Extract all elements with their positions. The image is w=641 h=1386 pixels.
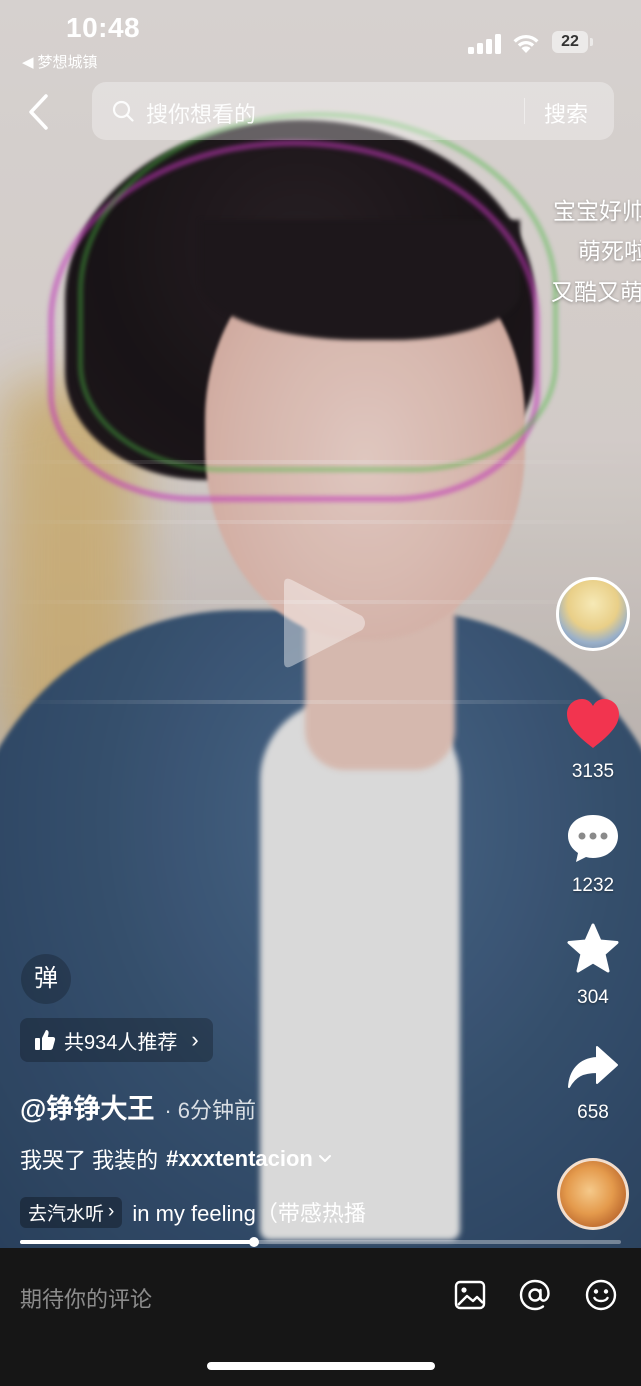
- music-app-chip[interactable]: 去汽水听 ›: [20, 1196, 123, 1228]
- wifi-icon: [513, 34, 539, 53]
- star-icon: [567, 923, 619, 973]
- caption-text: 我哭了 我装的: [20, 1148, 159, 1173]
- share-button[interactable]: 658: [553, 1043, 633, 1124]
- battery-indicator: 22: [552, 31, 593, 53]
- share-arrow-icon: [568, 1046, 618, 1088]
- video-caption[interactable]: 我哭了 我装的 #xxxtentacion: [20, 1143, 333, 1175]
- music-title: in my feeling（带感热播: [132, 1201, 366, 1226]
- chevron-right-icon: ›: [191, 1027, 199, 1052]
- chevron-right-icon: ›: [108, 1201, 115, 1222]
- status-bar: 10:48 ◀ 梦想城镇 22: [0, 0, 641, 80]
- creator-avatar[interactable]: [556, 577, 630, 651]
- search-button[interactable]: 搜索: [544, 97, 588, 129]
- video-progress-bar[interactable]: [20, 1237, 621, 1247]
- cellular-signal-icon: [468, 34, 501, 54]
- search-icon: [112, 100, 134, 122]
- danmaku-comment: 宝宝好帅: [553, 198, 641, 224]
- search-input[interactable]: 搜你想看的: [146, 97, 256, 129]
- comment-button[interactable]: 1232: [553, 812, 633, 897]
- thumbs-up-icon: [35, 1030, 56, 1050]
- danmaku-comment: 萌死啦: [578, 238, 641, 264]
- back-to-app-link[interactable]: ◀ 梦想城镇: [22, 51, 98, 72]
- chevron-down-icon[interactable]: [317, 1153, 333, 1165]
- heart-icon: [567, 699, 619, 748]
- home-indicator[interactable]: [207, 1362, 435, 1370]
- like-count: 3135: [571, 761, 615, 782]
- danmaku-comment: 又酷又萌: [551, 279, 641, 305]
- progress-handle[interactable]: [249, 1237, 259, 1247]
- comment-bubble-icon: [568, 815, 618, 862]
- author-name[interactable]: @铮铮大王: [20, 1087, 154, 1126]
- comment-bar: 期待你的评论: [0, 1248, 641, 1386]
- post-time: · 6分钟前: [164, 1098, 257, 1123]
- favorite-count: 304: [577, 987, 609, 1008]
- status-time: 10:48: [66, 12, 141, 43]
- like-button[interactable]: 3135: [553, 698, 633, 783]
- recommend-badge[interactable]: 共934人推荐 ›: [20, 1018, 213, 1062]
- emoji-icon[interactable]: [584, 1278, 618, 1312]
- music-row[interactable]: 去汽水听 › in my feeling（带感热播: [20, 1196, 400, 1228]
- music-chip-label: 去汽水听: [28, 1203, 105, 1225]
- danmaku-toggle-button[interactable]: 弹: [21, 954, 71, 1004]
- author-row: @铮铮大王 · 6分钟前: [20, 1087, 256, 1126]
- back-triangle-icon: ◀: [22, 53, 34, 71]
- comment-input[interactable]: 期待你的评论: [20, 1282, 152, 1314]
- back-app-label: 梦想城镇: [37, 54, 98, 71]
- comment-count: 1232: [571, 875, 615, 896]
- favorite-button[interactable]: 304: [553, 922, 633, 1009]
- share-count: 658: [577, 1102, 609, 1123]
- search-bar[interactable]: 搜你想看的 搜索: [92, 82, 614, 140]
- search-divider: [524, 98, 525, 124]
- progress-fill: [20, 1240, 254, 1244]
- recommend-text: 共934人推荐: [64, 1031, 178, 1054]
- music-disc[interactable]: [557, 1158, 629, 1230]
- hashtag-link[interactable]: #xxxtentacion: [166, 1146, 313, 1172]
- video-screen: 10:48 ◀ 梦想城镇 22 搜你想看的 搜索 宝宝好帅 萌死啦 又酷又萌 3…: [0, 0, 641, 1386]
- chevron-left-icon[interactable]: [22, 92, 58, 132]
- play-icon[interactable]: [278, 576, 368, 670]
- image-icon[interactable]: [453, 1278, 487, 1312]
- at-icon[interactable]: [518, 1278, 552, 1312]
